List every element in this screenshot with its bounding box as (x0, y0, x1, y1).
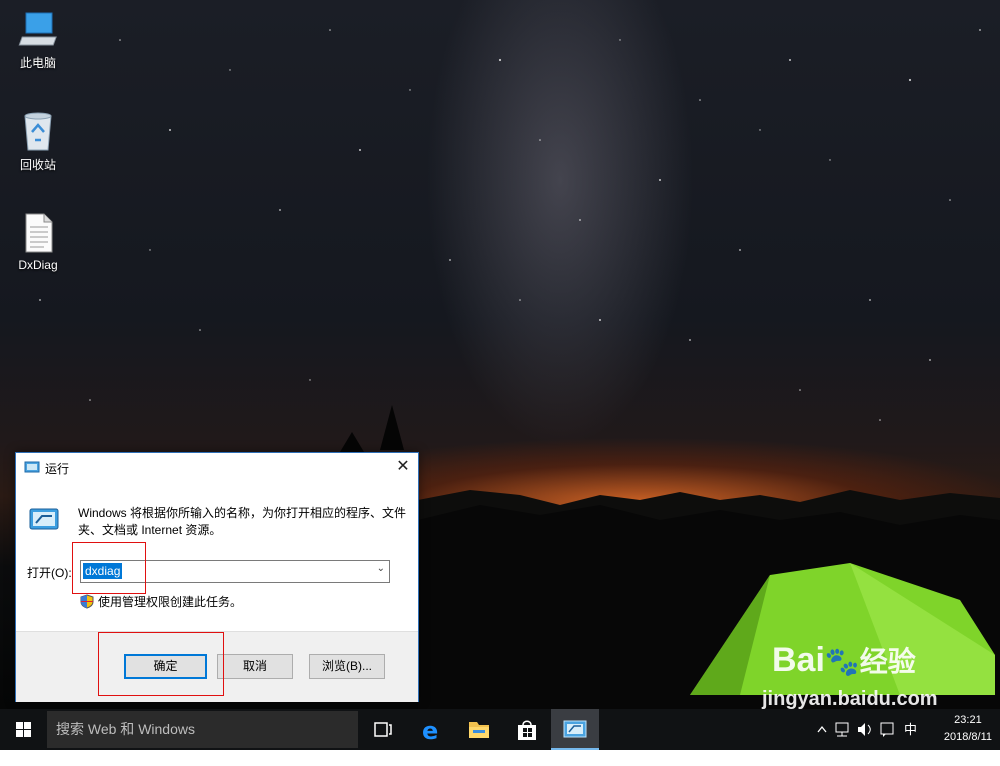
task-view-button[interactable] (359, 709, 407, 750)
admin-note: 使用管理权限创建此任务。 (80, 593, 242, 610)
watermark-url: jingyan.baidu.com (762, 688, 938, 709)
ok-highlight-box (98, 632, 224, 696)
watermark-brand: Bai (772, 641, 825, 679)
search-box[interactable]: 搜索 Web 和 Windows (47, 711, 358, 748)
recycle-bin-icon (24, 112, 52, 151)
volume-icon[interactable] (858, 723, 871, 736)
paw-icon: 🐾 (824, 646, 860, 677)
dialog-description: Windows 将根据你所输入的名称，为你打开相应的程序、文件夹、文档或 Int… (78, 506, 407, 537)
desktop-icon-label: DxDiag (18, 258, 58, 272)
run-taskbar-button[interactable] (551, 709, 599, 750)
watermark-brand2: 经验 (859, 646, 916, 677)
store-button[interactable] (503, 709, 551, 750)
clock-time: 23:21 (954, 714, 982, 726)
open-label: 打开(O): (27, 566, 72, 580)
clock[interactable]: 23:21 2018/8/11 (944, 712, 992, 746)
shield-icon (80, 594, 94, 609)
store-icon (518, 720, 536, 740)
clock-date: 2018/8/11 (943, 731, 992, 743)
browse-button[interactable]: 浏览(B)... (309, 654, 385, 679)
desktop-icon-dxdiag[interactable]: DxDiag (3, 212, 73, 272)
run-program-icon (29, 508, 59, 530)
edge-button[interactable]: e (407, 709, 455, 750)
computer-icon (18, 12, 57, 46)
file-explorer-icon (469, 722, 489, 738)
desktop-icon-recycle-bin[interactable]: 回收站 (3, 110, 73, 173)
ime-indicator[interactable]: 中 (904, 709, 917, 750)
edge-icon: e (422, 717, 438, 745)
input-highlight-box (72, 542, 146, 594)
windows-logo-icon (16, 722, 31, 737)
baidu-watermark: Bai🐾经验 (772, 640, 916, 680)
notification-icon[interactable] (880, 722, 894, 737)
desktop-icon-label: 此电脑 (19, 56, 56, 70)
svg-text:e: e (422, 717, 438, 745)
task-view-icon (374, 722, 392, 737)
file-explorer-button[interactable] (455, 709, 503, 750)
admin-note-text: 使用管理权限创建此任务。 (98, 595, 243, 609)
network-icon[interactable] (835, 722, 849, 737)
taskbar: 搜索 Web 和 Windows e 中 23:21 2018/8/11 (0, 709, 1000, 750)
text-file-icon (25, 213, 53, 253)
system-tray: 中 (812, 709, 922, 750)
chevron-up-icon[interactable] (817, 725, 827, 733)
start-button[interactable] (0, 709, 47, 750)
cancel-button[interactable]: 取消 (217, 654, 293, 679)
desktop-icon-label: 回收站 (19, 158, 56, 172)
chevron-down-icon[interactable]: ⌄ (377, 563, 385, 574)
run-icon (563, 720, 587, 738)
desktop-icon-this-pc[interactable]: 此电脑 (3, 10, 73, 71)
